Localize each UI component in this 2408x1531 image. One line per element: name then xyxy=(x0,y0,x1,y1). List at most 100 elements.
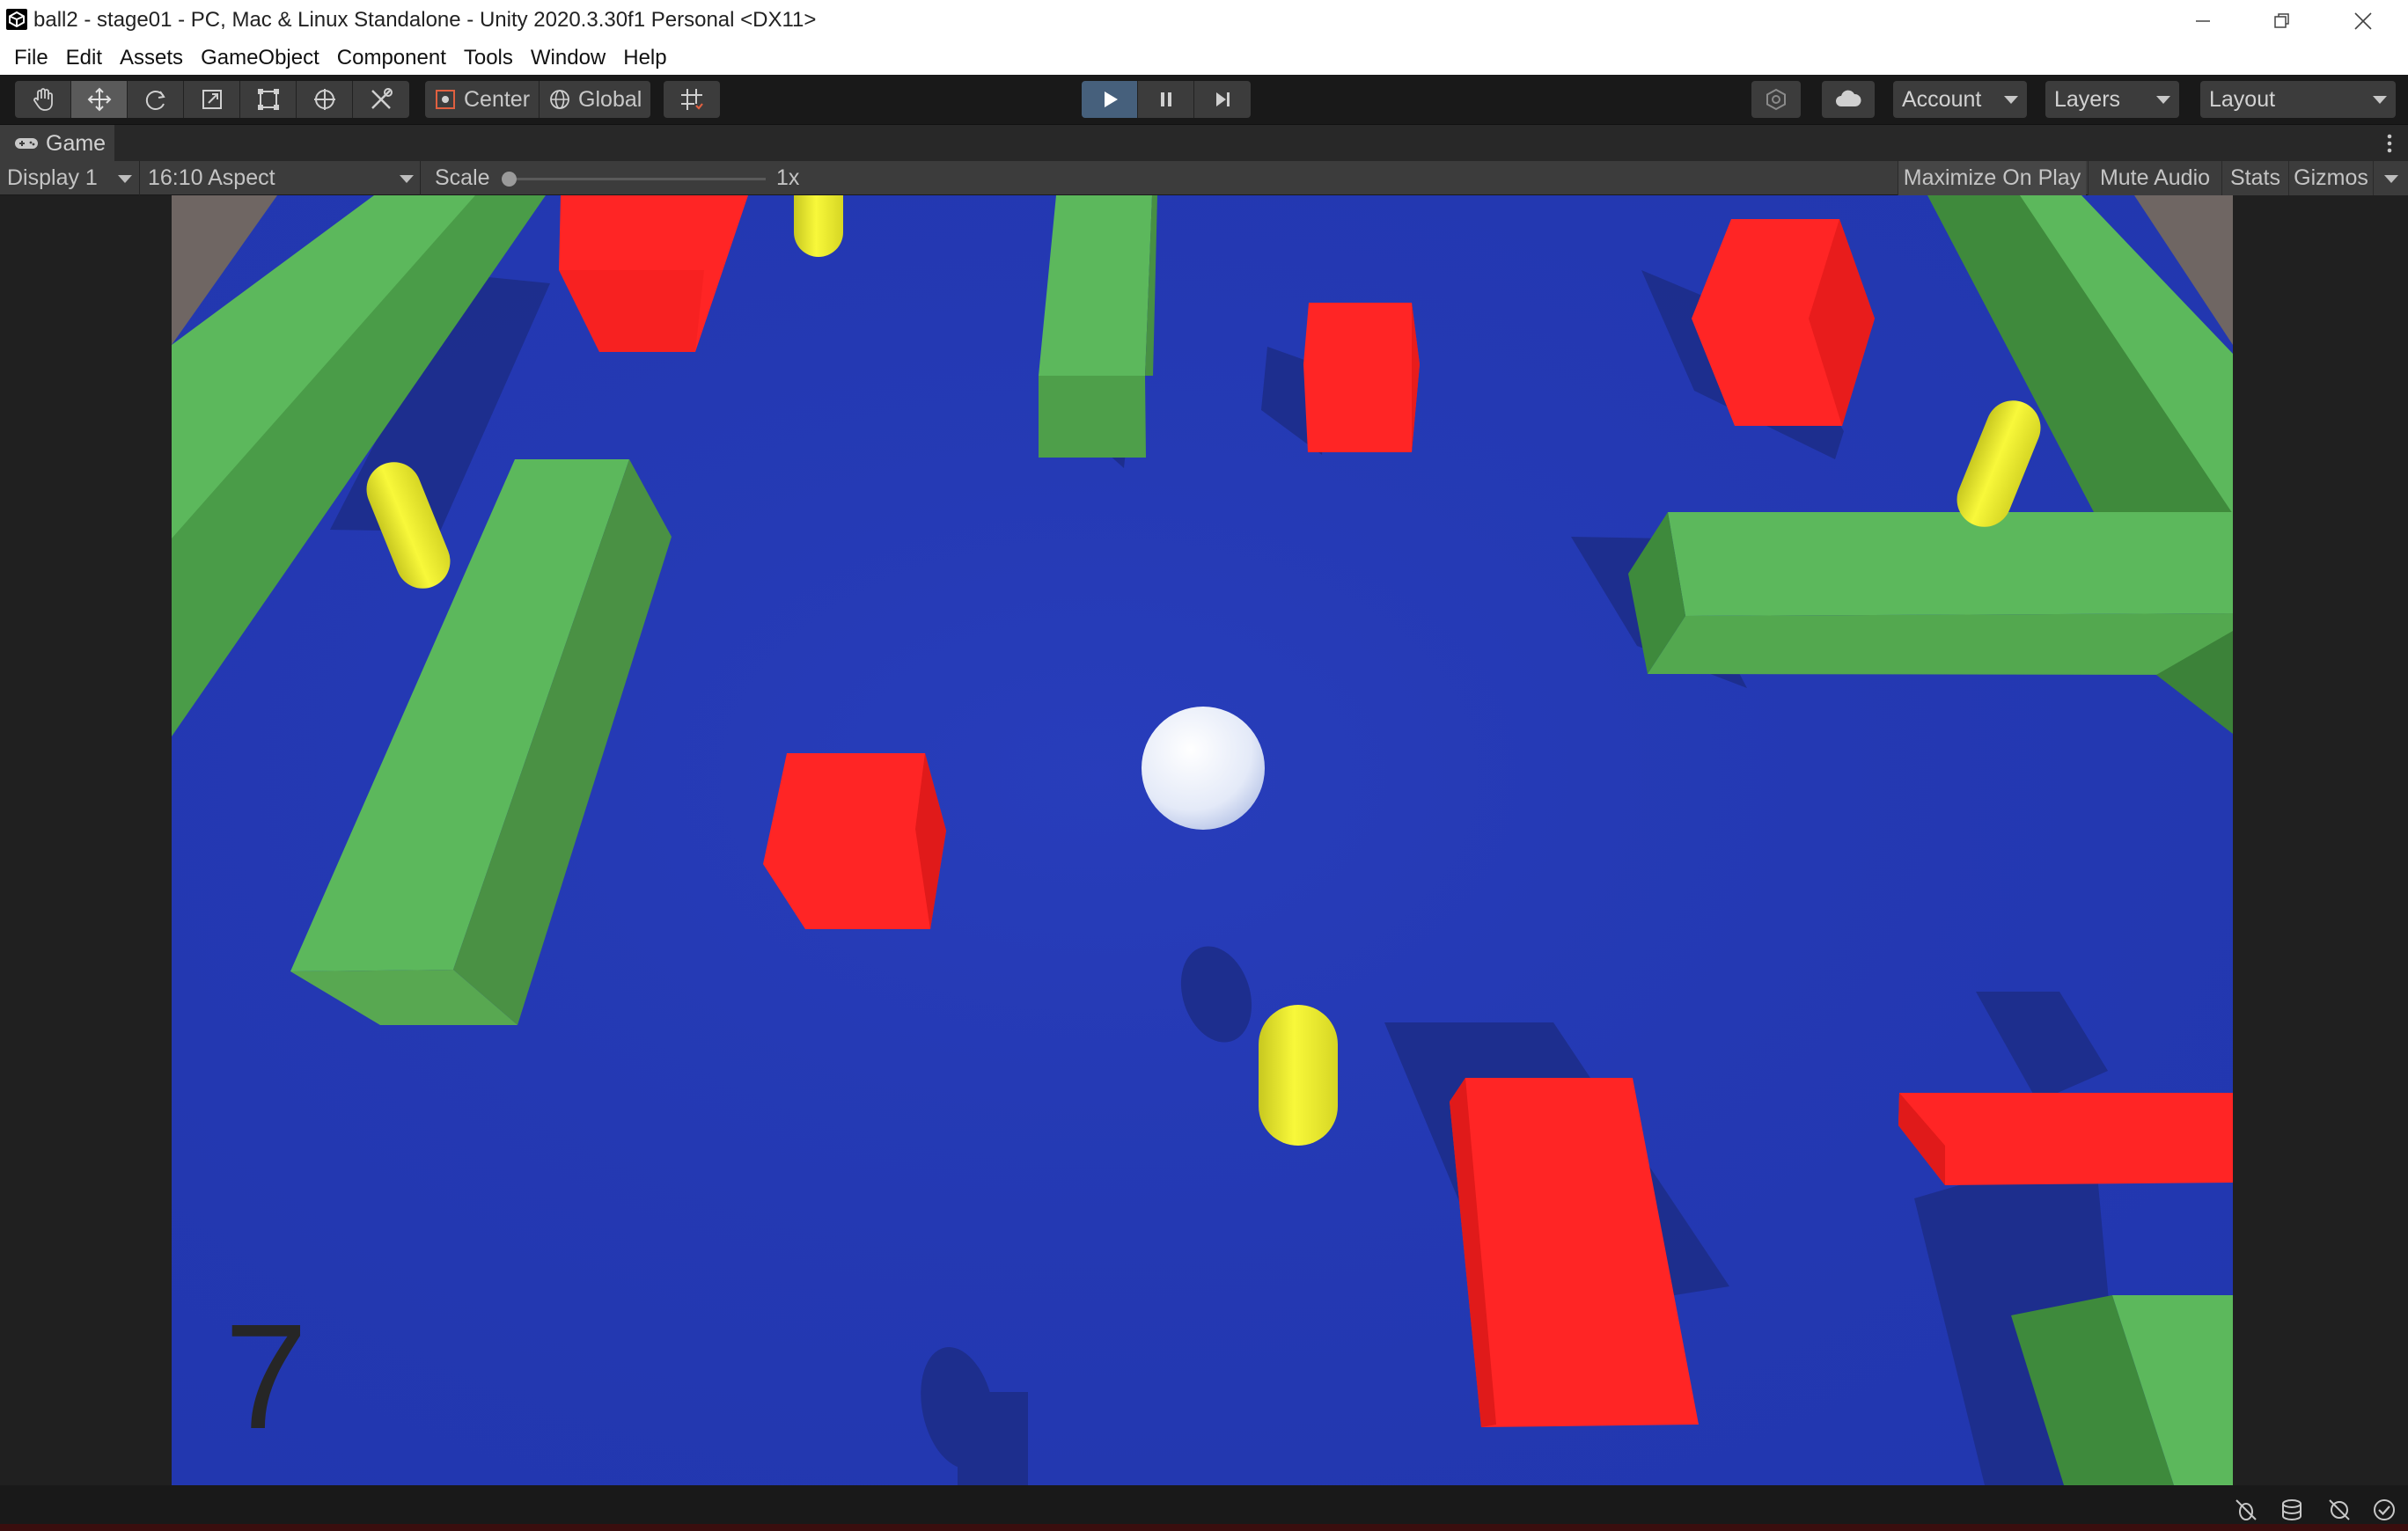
bug-off-icon[interactable] xyxy=(2234,1498,2258,1522)
pivot-global-toggle[interactable]: Global xyxy=(540,81,651,118)
pause-icon xyxy=(1160,92,1171,106)
restore-button[interactable] xyxy=(2243,0,2322,41)
menu-edit[interactable]: Edit xyxy=(57,46,111,70)
chevron-down-icon xyxy=(2004,96,2018,104)
cloud-icon xyxy=(1836,90,1861,106)
layout-dropdown[interactable]: Layout xyxy=(2200,81,2396,118)
check-circle-icon[interactable] xyxy=(2372,1498,2397,1522)
tab-game[interactable]: Game xyxy=(0,125,114,162)
grid-snap-button[interactable] xyxy=(664,81,720,118)
chevron-down-icon xyxy=(400,175,414,183)
grid-snap-group xyxy=(664,81,720,118)
database-icon[interactable] xyxy=(2280,1498,2304,1522)
chevron-down-icon xyxy=(118,175,132,183)
menu-tools[interactable]: Tools xyxy=(455,46,522,70)
progress-strip xyxy=(0,1524,2408,1531)
menu-window[interactable]: Window xyxy=(522,46,614,70)
game-view-controls: Display 1 16:10 Aspect Scale 1x Maximize… xyxy=(0,161,2408,195)
gizmos-toggle[interactable]: Gizmos xyxy=(2288,161,2373,195)
menu-help[interactable]: Help xyxy=(614,46,675,70)
stats-label: Stats xyxy=(2230,165,2280,190)
rect-tool-button[interactable] xyxy=(240,81,297,118)
collab-button[interactable] xyxy=(1751,81,1801,118)
menu-component[interactable]: Component xyxy=(328,46,455,70)
maximize-on-play-label: Maximize On Play xyxy=(1903,165,2081,190)
custom-tool-button[interactable] xyxy=(353,81,409,118)
more-options-icon[interactable] xyxy=(2387,134,2392,153)
gamepad-icon xyxy=(15,138,38,149)
step-button[interactable] xyxy=(1194,81,1251,118)
minimize-button[interactable] xyxy=(2163,0,2243,41)
play-button[interactable] xyxy=(1082,81,1138,118)
layout-label: Layout xyxy=(2209,86,2276,112)
game-scene-render xyxy=(172,195,2233,1485)
yellow-capsule-center xyxy=(1259,1005,1338,1146)
game-tab-bar: Game xyxy=(0,124,2408,162)
yellow-capsule-top xyxy=(794,195,843,257)
pickup-counter: 7 xyxy=(224,1293,308,1461)
unity-logo-icon xyxy=(6,9,27,30)
grid-snap-icon xyxy=(681,89,703,110)
hand-tool-button[interactable] xyxy=(15,81,71,118)
hand-icon xyxy=(33,88,53,111)
playmode-controls xyxy=(1082,81,1251,118)
transform-icon xyxy=(313,89,335,110)
tools-icon xyxy=(371,88,393,109)
gizmos-dropdown[interactable] xyxy=(2373,161,2408,195)
rect-icon xyxy=(257,89,279,110)
pivot-center-toggle[interactable]: Center xyxy=(425,81,540,118)
transform-tool-button[interactable] xyxy=(297,81,353,118)
chevron-down-icon xyxy=(2156,96,2170,104)
mute-audio-toggle[interactable]: Mute Audio xyxy=(2088,161,2221,195)
transform-tools xyxy=(15,81,409,118)
rotate-icon xyxy=(145,91,165,110)
step-icon xyxy=(1216,92,1230,106)
game-view[interactable]: 7 xyxy=(172,195,2233,1485)
network-off-icon[interactable] xyxy=(2327,1498,2352,1522)
pivot-toggles: Center Global xyxy=(425,81,651,118)
scale-icon xyxy=(202,90,222,109)
close-button[interactable] xyxy=(2324,0,2403,41)
red-cube-top-center xyxy=(1303,303,1420,452)
tab-game-label: Game xyxy=(46,130,106,156)
globe-icon xyxy=(550,90,569,109)
menu-assets[interactable]: Assets xyxy=(111,46,192,70)
player-ball xyxy=(1142,707,1265,830)
menu-gameobject[interactable]: GameObject xyxy=(192,46,328,70)
layers-label: Layers xyxy=(2054,86,2121,112)
cloud-button[interactable] xyxy=(1822,81,1875,118)
collab-icon xyxy=(1766,88,1786,111)
scale-tool-button[interactable] xyxy=(184,81,240,118)
scale-value: 1x xyxy=(776,165,800,190)
pivot-center-icon xyxy=(436,90,455,109)
display-label: Display 1 xyxy=(7,165,98,190)
pivot-center-label: Center xyxy=(464,86,531,112)
red-block-right xyxy=(1898,1093,2233,1185)
menu-bar: File Edit Assets GameObject Component To… xyxy=(0,41,2408,75)
main-toolbar: Center Global Account Layers Layout xyxy=(0,75,2408,124)
move-arrows-icon xyxy=(87,87,111,112)
chevron-down-icon xyxy=(2373,96,2387,104)
red-cube-center xyxy=(763,753,946,929)
aspect-dropdown[interactable]: 16:10 Aspect xyxy=(148,161,412,195)
play-icon xyxy=(1104,92,1118,107)
menu-file[interactable]: File xyxy=(5,46,57,70)
pivot-global-label: Global xyxy=(578,86,642,112)
move-tool-button[interactable] xyxy=(71,81,128,118)
rotate-tool-button[interactable] xyxy=(128,81,184,118)
maximize-on-play-toggle[interactable]: Maximize On Play xyxy=(1898,161,2086,195)
account-label: Account xyxy=(1902,86,1982,112)
stats-toggle[interactable]: Stats xyxy=(2221,161,2288,195)
aspect-label: 16:10 Aspect xyxy=(148,165,275,190)
scale-slider-track[interactable] xyxy=(509,178,766,180)
account-dropdown[interactable]: Account xyxy=(1893,81,2027,118)
mute-audio-label: Mute Audio xyxy=(2099,165,2211,190)
layers-dropdown[interactable]: Layers xyxy=(2045,81,2179,118)
scale-slider-handle[interactable] xyxy=(502,172,517,187)
pause-button[interactable] xyxy=(1138,81,1194,118)
chevron-down-icon xyxy=(2384,175,2398,183)
gizmos-label: Gizmos xyxy=(2294,165,2368,190)
window-title: ball2 - stage01 - PC, Mac & Linux Standa… xyxy=(33,8,817,32)
window-title-bar: ball2 - stage01 - PC, Mac & Linux Standa… xyxy=(0,0,2408,41)
wall-top-center xyxy=(1039,195,1157,458)
